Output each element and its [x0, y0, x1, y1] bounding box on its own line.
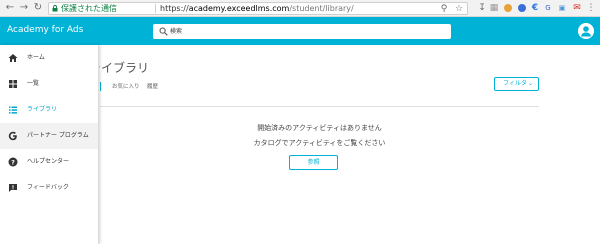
sidebar-item-label: ライブラリ	[27, 106, 58, 113]
browser-menu-icon[interactable]: ⋮	[586, 3, 596, 13]
url-text: https://academy.exceedlms.com/student/li…	[160, 3, 354, 14]
secure-connection-label: 保護された通信	[61, 4, 117, 13]
sidebar-item-label: ヘルプセンター	[27, 158, 70, 165]
help-icon: ?	[8, 157, 18, 167]
empty-state-title: 開始済みのアクティビティはありません	[257, 124, 382, 132]
sidebar-item-label: 一覧	[27, 80, 40, 87]
tab-history[interactable]: 履歴	[147, 83, 158, 91]
bookmark-star-icon[interactable]: ☆	[454, 4, 464, 14]
sidebar-item-help-center[interactable]: ? ヘルプセンター	[0, 149, 98, 175]
tab-favorites[interactable]: お気に入り	[112, 83, 140, 91]
forward-arrow-icon[interactable]: →	[18, 2, 30, 14]
sidebar: ホーム 一覧 ライブラリ パートナー プログラム ? ヘルプセンター フィードバ…	[0, 45, 99, 244]
divider	[100, 106, 539, 107]
url-path: /student/library/	[289, 4, 354, 13]
google-g-icon	[8, 131, 17, 141]
download-icon[interactable]: ↧	[477, 3, 487, 13]
home-icon	[8, 54, 18, 62]
sidebar-item-library[interactable]: ライブラリ	[0, 97, 98, 123]
avatar-icon[interactable]	[578, 23, 594, 39]
url-separator	[155, 4, 156, 13]
currency-extension-icon[interactable]: €	[530, 3, 540, 13]
extension-icon[interactable]: ▦	[489, 3, 499, 13]
browser-toolbar: ← → ↻ 保護された通信 https://academy.exceedlms.…	[0, 0, 600, 17]
sidebar-item-catalog[interactable]: 一覧	[0, 71, 98, 97]
grid-icon	[9, 80, 17, 88]
active-tab-indicator	[100, 82, 101, 91]
translate-extension-icon[interactable]: G	[543, 3, 553, 13]
sidebar-item-label: パートナー プログラム	[27, 132, 89, 139]
search-icon	[159, 27, 168, 36]
search-input[interactable]	[170, 25, 440, 37]
sidebar-item-label: フィードバック	[27, 184, 69, 191]
reload-icon[interactable]: ↻	[32, 2, 44, 14]
tracking-extension-icon[interactable]	[517, 3, 527, 13]
sidebar-item-home[interactable]: ホーム	[0, 45, 98, 71]
zoom-icon[interactable]: ⚲	[439, 4, 449, 14]
sidebar-item-feedback[interactable]: フィードバック	[0, 175, 98, 201]
filter-label: フィルタ	[503, 80, 527, 87]
back-arrow-icon[interactable]: ←	[4, 2, 16, 14]
browse-button[interactable]: 参照	[289, 155, 338, 170]
library-list-icon	[9, 106, 17, 114]
feedback-icon	[9, 184, 17, 192]
search-box[interactable]	[153, 24, 451, 39]
user-silhouette-icon	[578, 23, 594, 39]
empty-state-subtitle: カタログでアクティビティをご覧ください	[253, 139, 386, 147]
lock-icon	[52, 5, 58, 12]
chevron-down-icon: ⌄	[528, 80, 534, 87]
filter-dropdown[interactable]: フィルタ ⌄	[494, 77, 539, 91]
brand-title[interactable]: Academy for Ads	[7, 24, 83, 36]
sidebar-item-label: ホーム	[27, 54, 45, 61]
url-host: academy.exceedlms.com	[188, 4, 290, 13]
url-scheme: https://	[160, 4, 189, 13]
mail-extension-icon[interactable]: ✉	[572, 3, 582, 13]
sidebar-item-partner-program[interactable]: パートナー プログラム	[0, 123, 98, 149]
cookie-extension-icon[interactable]	[503, 3, 513, 13]
calendar-extension-icon[interactable]: ▣	[557, 3, 567, 13]
app-header: Academy for Ads	[0, 17, 600, 45]
svg-text:?: ?	[11, 158, 15, 166]
address-bar[interactable]: 保護された通信 https://academy.exceedlms.com/st…	[48, 2, 468, 15]
